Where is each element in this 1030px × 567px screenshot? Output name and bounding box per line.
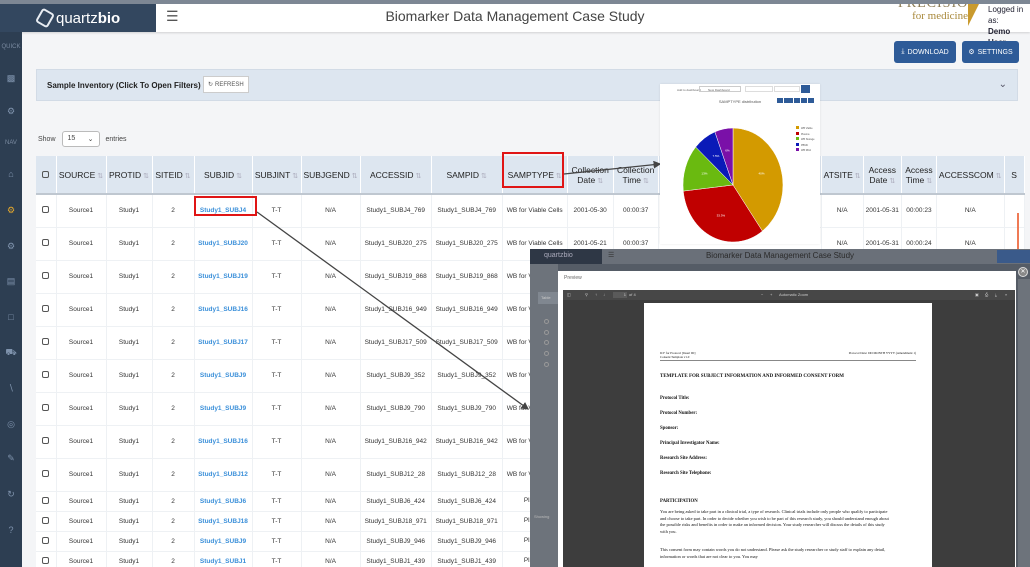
zoom-select[interactable]: Automatic Zoom (779, 292, 808, 297)
arrow-samptype-to-chart (563, 160, 662, 175)
preview-modal: Preview ◫ ⚲ ↑ ↓ 1 of 4 − + Automatic Zoo… (558, 271, 1016, 567)
field-protocol-number: Protocol Number: (660, 411, 698, 416)
samptype-chart-popup: Add to dashboard New Dashboard SAMPTYPE … (660, 84, 820, 244)
header-right: Protocol Date: DD MONTH YYYY (Amendment … (848, 351, 916, 355)
showing-text: Showing (534, 514, 550, 519)
pdf-viewer: ◫ ⚲ ↑ ↓ 1 of 4 − + Automatic Zoom ▣ ⎙ ⤓ … (563, 290, 1015, 567)
close-icon[interactable]: ✕ (1018, 267, 1028, 277)
sidebar-toggle-icon[interactable]: ◫ (567, 292, 571, 297)
presentation-icon[interactable]: ▣ (975, 292, 979, 297)
header-left-2: Consent Template v1.0 (660, 355, 690, 359)
next-page-icon[interactable]: ↓ (603, 292, 605, 297)
app-window: quartz bio ☰ Biomarker Data Management Ca… (0, 4, 1030, 567)
preview-window-title: Biomarker Data Management Case Study (705, 251, 855, 260)
checkbox-icon (544, 330, 549, 335)
legend-label: WB Viable (801, 127, 813, 130)
field-site-address: Research Site Address: (660, 456, 707, 461)
checkbox-icon (544, 340, 549, 345)
download-icon[interactable]: ⤓ (995, 292, 997, 297)
background-right-panel (1018, 279, 1030, 567)
checkbox-icon (544, 351, 549, 356)
brand-logo (997, 250, 1030, 263)
print-icon[interactable]: ⎙ (985, 292, 988, 297)
chart-legend: WB Viable Plasma WB Storage PBMC WB RNA (796, 126, 814, 154)
search-icon[interactable]: ⚲ (585, 292, 588, 297)
table-tab: Table (538, 292, 558, 304)
legend-label: WB Storage (801, 138, 815, 141)
field-sponsor: Sponsor: (660, 426, 679, 431)
legend-label: PBMC (801, 143, 809, 147)
prev-page-icon[interactable]: ↑ (595, 292, 597, 297)
field-protocol-title: Protocol Title: (660, 396, 690, 401)
paragraph-1: You are being asked to take part in a cl… (660, 509, 889, 534)
page-number-input[interactable]: 1 (613, 292, 627, 298)
page-header: ICF for Protocol [Insert ID] Consent Temp… (660, 351, 916, 361)
legend-label: Plasma (801, 132, 810, 136)
page-total: of 4 (629, 292, 636, 297)
pdf-page: ICF for Protocol [Insert ID] Consent Temp… (644, 303, 932, 567)
preview-label: Preview (564, 275, 582, 281)
legend-swatch (796, 131, 799, 135)
tools-icon[interactable]: » (1005, 292, 1007, 297)
pie-slice-label: 13% (701, 172, 707, 176)
field-site-telephone: Research Site Telephone: (660, 471, 712, 476)
legend-item[interactable]: WB RNA (796, 148, 814, 154)
pie-slice-label: 6% (725, 148, 730, 152)
preview-window: quartzbio ☰ Biomarker Data Management Ca… (530, 249, 1030, 567)
zoom-in-icon[interactable]: + (770, 292, 772, 297)
pie-chart: 40% 33.3% 13% 7.5% 6% (682, 127, 784, 243)
pie-slice-label: 33.3% (717, 213, 726, 217)
document-heading: TEMPLATE FOR SUBJECT INFORMATION AND INF… (660, 374, 844, 379)
legend-swatch (796, 148, 799, 151)
pdf-toolbar: ◫ ⚲ ↑ ↓ 1 of 4 − + Automatic Zoom ▣ ⎙ ⤓ … (563, 290, 1015, 300)
pie-slice-label: 7.5% (712, 154, 719, 158)
preview-window-titlebar: quartzbio ☰ Biomarker Data Management Ca… (530, 249, 1030, 264)
pie-slice-label: 40% (759, 171, 765, 175)
legend-swatch (796, 137, 799, 140)
checkbox-icon (544, 362, 549, 367)
zoom-out-icon[interactable]: − (761, 292, 763, 297)
background-table-panel: Table Showing (530, 264, 558, 567)
legend-swatch (796, 142, 799, 146)
section-heading: PARTICIPATION (660, 499, 698, 504)
legend-label: WB RNA (801, 149, 811, 152)
arrow-subjid-to-preview (256, 211, 530, 410)
checkbox-icon (544, 319, 549, 324)
legend-swatch (796, 126, 799, 129)
paragraph-2: This consent form may contain words you … (660, 547, 886, 559)
field-pi-name: Principal Investigator Name: (660, 441, 720, 446)
